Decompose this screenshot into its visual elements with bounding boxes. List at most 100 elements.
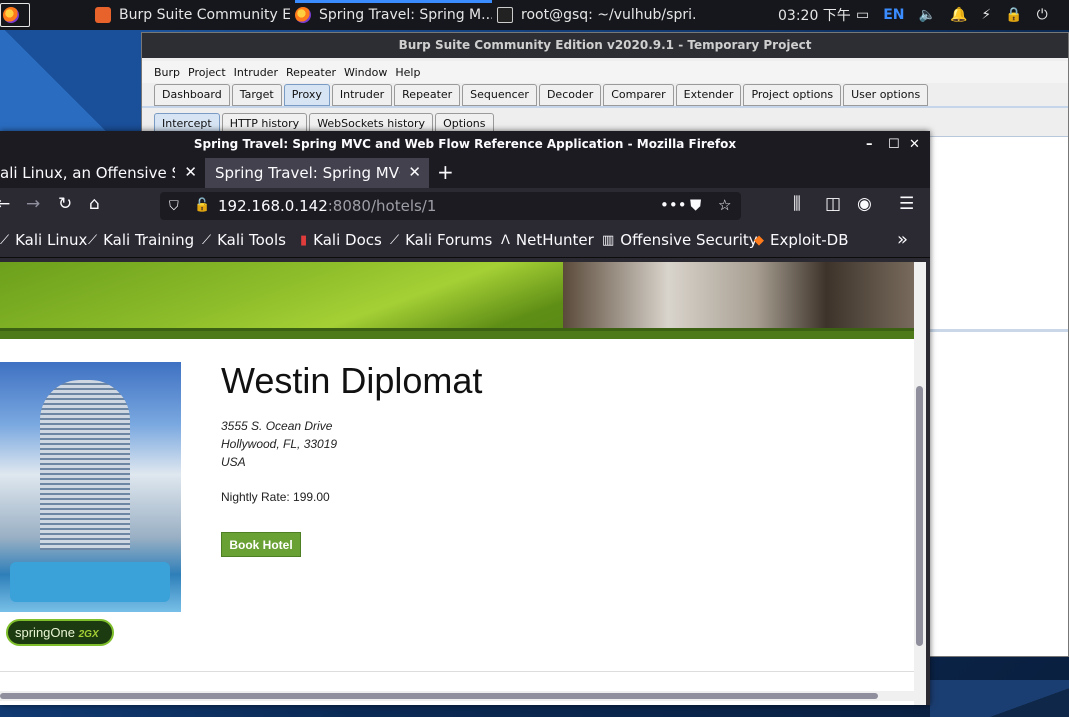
browser-tab-spring[interactable]: Spring Travel: Spring MVC ar ✕: [205, 158, 429, 188]
kali-dragon-icon: ⟋: [202, 232, 212, 248]
bookmark-kali-linux[interactable]: ⟋ Kali Linux: [0, 231, 87, 249]
tab-title: Spring Travel: Spring MVC ar: [215, 164, 400, 182]
sidebar-icon[interactable]: ◫: [825, 194, 841, 214]
firefox-icon: [3, 7, 19, 23]
offsec-icon: ▥: [602, 232, 615, 248]
tab-dashboard[interactable]: Dashboard: [154, 84, 230, 106]
menu-window[interactable]: Window: [344, 66, 387, 79]
maximize-icon[interactable]: ☐: [888, 131, 900, 158]
banner-stripe: [0, 328, 914, 339]
hotel-tower-graphic: [40, 380, 130, 550]
bookmark-nethunter[interactable]: ᐱ NetHunter: [501, 231, 594, 249]
close-icon[interactable]: ✕: [909, 131, 920, 158]
pocket-icon[interactable]: ⛊: [690, 196, 701, 214]
bookmark-exploit-db[interactable]: ◆ Exploit-DB: [754, 231, 849, 249]
logout-icon[interactable]: ⏻: [1037, 7, 1048, 23]
url-text[interactable]: 192.168.0.142:8080/hotels/1: [218, 197, 436, 215]
docs-icon: ▮: [300, 232, 308, 248]
tab-project-options[interactable]: Project options: [743, 84, 842, 106]
address-country: USA: [221, 455, 246, 469]
vertical-scroll-thumb[interactable]: [916, 386, 923, 646]
home-icon[interactable]: ⌂: [89, 194, 100, 214]
terminal-icon: [497, 7, 513, 23]
desktop-pattern: [930, 680, 1069, 717]
power-manager-icon[interactable]: ⚡: [981, 7, 991, 23]
bookmark-kali-tools[interactable]: ⟋ Kali Tools: [202, 231, 286, 249]
browser-tab-kali[interactable]: ali Linux, an Offensive Secu ✕: [0, 158, 205, 188]
navigation-toolbar: ← → ↻ ⌂ ⛉ 🔓 192.168.0.142:8080/hotels/1 …: [0, 188, 930, 224]
menu-project[interactable]: Project: [188, 66, 226, 79]
tab-divider: [142, 106, 1068, 108]
tab-user-options[interactable]: User options: [843, 84, 929, 106]
close-tab-icon[interactable]: ✕: [184, 163, 197, 181]
reload-icon[interactable]: ↻: [58, 194, 72, 214]
menu-intruder[interactable]: Intruder: [234, 66, 278, 79]
system-tray: ▭ EN 🔈 🔔 ⚡ 🔒 ⏻: [856, 0, 1048, 30]
lock-icon[interactable]: 🔒: [1005, 7, 1022, 23]
burp-titlebar[interactable]: Burp Suite Community Edition v2020.9.1 -…: [142, 33, 1068, 58]
kali-dragon-icon: ⟋: [0, 232, 10, 248]
tab-repeater[interactable]: Repeater: [394, 84, 461, 106]
page-actions-icon[interactable]: •••: [660, 196, 687, 214]
new-tab-icon[interactable]: +: [437, 160, 454, 184]
tab-proxy[interactable]: Proxy: [283, 84, 330, 106]
address-line1: 3555 S. Ocean Drive: [221, 419, 333, 433]
display-icon[interactable]: ▭: [856, 7, 869, 23]
tab-intruder[interactable]: Intruder: [331, 84, 393, 106]
hamburger-menu-icon[interactable]: ☰: [899, 194, 914, 214]
vertical-scrollbar[interactable]: [914, 262, 926, 705]
burp-main-tabs: Dashboard Target Proxy Intruder Repeater…: [154, 84, 929, 106]
forward-icon[interactable]: →: [26, 194, 40, 214]
more-bookmarks-icon[interactable]: »: [897, 229, 908, 250]
menu-burp[interactable]: Burp: [154, 66, 180, 79]
banner-photo: [563, 262, 914, 328]
account-icon[interactable]: ◉: [857, 194, 872, 214]
menu-help[interactable]: Help: [395, 66, 420, 79]
springone-logo[interactable]: springOne 2GX: [6, 619, 114, 646]
bookmark-kali-docs[interactable]: ▮ Kali Docs: [300, 231, 382, 249]
bookmark-kali-forums[interactable]: ⟋ Kali Forums: [390, 231, 492, 249]
back-icon[interactable]: ←: [0, 194, 10, 214]
taskbar-item-terminal[interactable]: root@gsq: ~/vulhub/spri...: [497, 0, 697, 30]
kali-dragon-icon: ⟋: [390, 232, 400, 248]
hotel-image: [0, 362, 181, 612]
tab-extender[interactable]: Extender: [675, 84, 742, 106]
horizontal-scroll-thumb[interactable]: [0, 693, 878, 699]
bookmark-offensive-security[interactable]: ▥ Offensive Security: [602, 231, 758, 249]
url-bar[interactable]: ⛉ 🔓 192.168.0.142:8080/hotels/1 ••• ⛊ ☆: [160, 192, 741, 220]
burp-icon: [95, 7, 111, 23]
tab-decoder[interactable]: Decoder: [538, 84, 602, 106]
firefox-icon: [295, 7, 311, 23]
book-hotel-button[interactable]: Book Hotel: [221, 532, 301, 557]
app-menu-button[interactable]: [0, 3, 30, 27]
volume-icon[interactable]: 🔈: [919, 7, 936, 23]
library-icon[interactable]: ⫼: [793, 194, 801, 214]
minimize-icon[interactable]: –: [866, 131, 873, 158]
tab-sequencer[interactable]: Sequencer: [462, 84, 537, 106]
firefox-window: Spring Travel: Spring MVC and Web Flow R…: [0, 131, 930, 705]
bookmarks-toolbar: ⟋ Kali Linux ⟋ Kali Training ⟋ Kali Tools ▮…: [0, 224, 930, 258]
kali-dragon-icon: ⟋: [88, 232, 98, 248]
taskbar-item-burp[interactable]: Burp Suite Community E...: [95, 0, 290, 30]
tab-target[interactable]: Target: [231, 84, 282, 106]
tab-comparer[interactable]: Comparer: [603, 84, 674, 106]
burp-menubar: Burp Project Intruder Repeater Window He…: [142, 61, 1068, 83]
horizontal-scrollbar[interactable]: [0, 691, 914, 701]
keyboard-layout[interactable]: EN: [883, 7, 904, 23]
menu-repeater[interactable]: Repeater: [286, 66, 336, 79]
clock[interactable]: 03:20 下午: [778, 0, 851, 30]
exploit-db-icon: ◆: [754, 232, 764, 248]
tracking-shield-icon[interactable]: ⛉: [169, 199, 179, 214]
insecure-lock-icon[interactable]: 🔓: [194, 198, 210, 213]
taskbar-item-firefox[interactable]: Spring Travel: Spring M...: [295, 0, 492, 30]
bookmark-star-icon[interactable]: ☆: [718, 196, 731, 214]
taskbar-item-label: Spring Travel: Spring M...: [319, 7, 492, 23]
taskbar-item-label: root@gsq: ~/vulhub/spri...: [521, 7, 697, 23]
page-content: Westin Diplomat 3555 S. Ocean Drive Holl…: [0, 262, 914, 705]
close-tab-icon[interactable]: ✕: [408, 163, 421, 181]
tab-title: ali Linux, an Offensive Secu: [0, 164, 175, 182]
firefox-titlebar[interactable]: Spring Travel: Spring MVC and Web Flow R…: [0, 131, 930, 158]
notification-bell-icon[interactable]: 🔔: [950, 7, 967, 23]
bookmark-kali-training[interactable]: ⟋ Kali Training: [88, 231, 194, 249]
top-panel: Burp Suite Community E... Spring Travel:…: [0, 0, 1069, 30]
